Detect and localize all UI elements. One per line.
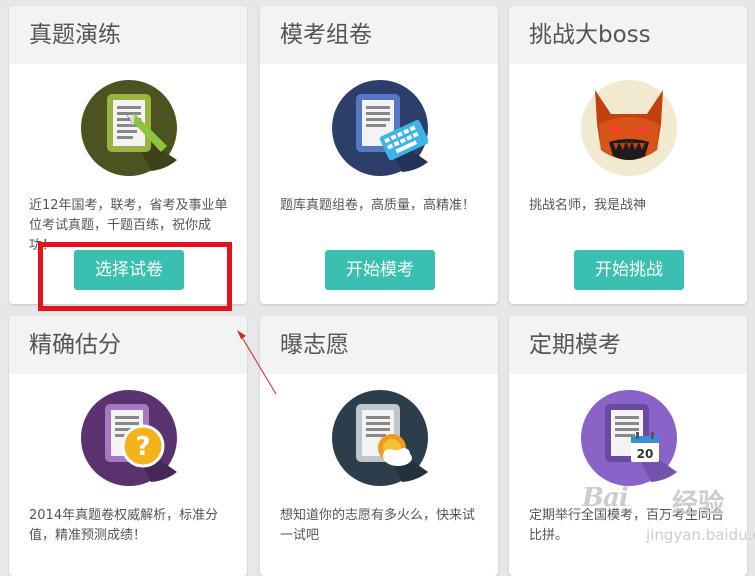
card-title: 曝志愿: [260, 316, 498, 374]
card-score-estimate: 精确估分 ? 2014年真题卷权威解析，标准分值，精准预测成绩！: [9, 316, 247, 576]
card-mock-exam: 模考组卷 题库真题组卷，高质量，高精准！ 开始模考: [260, 6, 498, 304]
start-challenge-button[interactable]: 开始挑战: [574, 250, 684, 290]
document-pencil-icon: [81, 80, 177, 176]
card-regular-mock: 定期模考 20 定期举行全国模考，百万考生同台比拼。: [509, 316, 747, 576]
document-calendar-icon: 20: [581, 390, 677, 486]
card-description: 挑战名师，我是战神: [529, 198, 647, 213]
card-description: 近12年国考，联考，省考及事业单位考试真题，千题百练，祝你成功！: [29, 198, 228, 253]
card-title: 真题演练: [9, 6, 247, 64]
document-keyboard-icon: [332, 80, 429, 176]
card-description: 题库真题组卷，高质量，高精准！: [280, 198, 476, 213]
card-description: 定期举行全国模考，百万考生同台比拼。: [529, 508, 725, 543]
select-paper-button[interactable]: 选择试卷: [74, 250, 184, 290]
document-question-icon: ?: [81, 390, 177, 486]
card-title: 定期模考: [509, 316, 747, 374]
calendar-day: 20: [637, 447, 654, 461]
document-weather-icon: [332, 390, 428, 486]
card-description: 想知道你的志愿有多火么，快来试一试吧: [280, 508, 476, 543]
card-title: 模考组卷: [260, 6, 498, 64]
card-real-exam-practice: 真题演练 近12年国考，联考，省考及事业单位考试真题，千题百练，祝你成功！ 选择…: [9, 6, 247, 304]
start-mock-button[interactable]: 开始模考: [325, 250, 435, 290]
card-title: 挑战大boss: [509, 6, 747, 64]
demon-boss-icon: [581, 80, 677, 176]
card-boss-challenge: 挑战大boss 挑战名师，我是战神 开始挑战: [509, 6, 747, 304]
card-description: 2014年真题卷权威解析，标准分值，精准预测成绩！: [29, 508, 219, 543]
card-expose-aspiration: 曝志愿 想知道你的志愿有多火么，快来试一试吧: [260, 316, 498, 576]
card-title: 精确估分: [9, 316, 247, 374]
svg-text:?: ?: [135, 432, 150, 462]
